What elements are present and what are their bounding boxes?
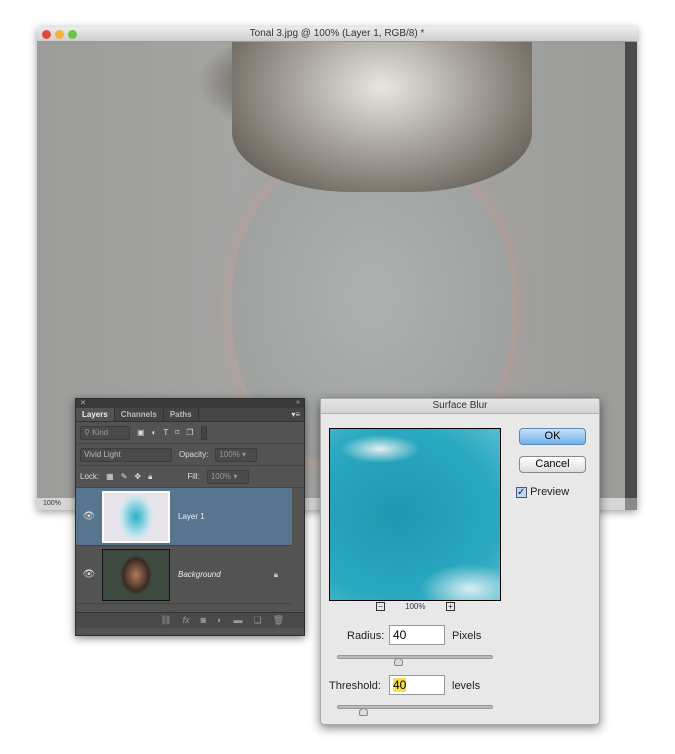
radius-slider-thumb[interactable] (394, 658, 404, 666)
preview-label: Preview (530, 486, 570, 498)
radius-unit: Pixels (452, 630, 482, 642)
layer-name: Background (178, 570, 221, 579)
adjustment-layer-icon[interactable]: ◐ (217, 615, 222, 626)
layers-panel: ✕ « Layers Channels Paths ▾≡ ⚲ Kind ▣ ◐ T… (75, 398, 305, 636)
visibility-eye-icon[interactable]: 👁︎ (76, 569, 102, 580)
filter-kind-select[interactable]: ⚲ Kind (80, 425, 130, 440)
lock-icon: 🔒︎ (273, 569, 278, 579)
fill-label: Fill: (187, 472, 200, 481)
dialog-title: Surface Blur (321, 399, 599, 414)
delete-icon[interactable]: 🗑︎ (273, 615, 284, 626)
type-filter-icon[interactable]: T (163, 428, 168, 437)
radius-label: Radius: (347, 630, 385, 642)
preview-checkbox[interactable]: ✓ Preview (516, 486, 569, 498)
threshold-unit: levels (452, 680, 481, 692)
new-group-icon[interactable]: ▬ (233, 615, 242, 626)
lock-paint-icon[interactable]: ✎ (121, 472, 128, 481)
radius-input[interactable]: 40 (389, 625, 445, 645)
image-filter-icon[interactable]: ▣ (137, 428, 145, 437)
tab-paths[interactable]: Paths (164, 408, 199, 421)
fill-field[interactable]: 100% ▾ (206, 469, 249, 484)
threshold-slider-thumb[interactable] (358, 708, 368, 716)
opacity-field[interactable]: 100% ▾ (215, 447, 258, 462)
threshold-label: Threshold: (329, 680, 381, 692)
search-icon: ⚲ (84, 427, 90, 437)
shape-filter-icon[interactable]: ⌑ (175, 428, 179, 437)
layer-row-layer-1[interactable]: 👁︎ Layer 1 (76, 488, 292, 546)
adjustment-filter-icon[interactable]: ◐ (152, 428, 157, 437)
radius-slider[interactable] (337, 655, 493, 666)
checkbox-check-icon[interactable]: ✓ (516, 487, 527, 498)
layer-thumbnail (102, 490, 170, 543)
window-title: Tonal 3.jpg @ 100% (Layer 1, RGB/8) * (249, 28, 425, 39)
filter-toggle[interactable] (200, 425, 207, 440)
threshold-input[interactable]: 40 (389, 675, 445, 695)
blend-mode-value: Vivid Light (84, 449, 121, 459)
layer-name: Layer 1 (178, 512, 205, 521)
preview-zoom: 100% (405, 602, 426, 611)
lock-all-icon[interactable]: 🔒︎ (148, 472, 152, 482)
fill-value: 100% (210, 471, 232, 481)
zoom-out-button[interactable]: − (376, 602, 385, 611)
lock-position-icon[interactable]: ✥ (134, 472, 141, 481)
new-layer-icon[interactable]: ❏ (253, 615, 261, 626)
visibility-eye-icon[interactable]: 👁︎ (76, 511, 102, 522)
panel-menu-icon[interactable]: ▾≡ (199, 408, 304, 421)
filter-kind-label: Kind (92, 427, 109, 437)
fx-icon[interactable]: fx (183, 615, 190, 626)
title-bar[interactable]: Tonal 3.jpg @ 100% (Layer 1, RGB/8) * (37, 27, 637, 42)
layer-row-background[interactable]: 👁︎ Background 🔒︎ (76, 546, 292, 604)
preview-image[interactable] (329, 428, 501, 601)
tab-layers[interactable]: Layers (76, 408, 115, 421)
threshold-value: 40 (393, 678, 407, 692)
link-layers-icon[interactable]: ⛓ (160, 615, 171, 626)
smart-object-filter-icon[interactable]: ❐ (186, 428, 193, 437)
layer-thumbnail (102, 548, 170, 601)
add-mask-icon[interactable]: ◙ (201, 615, 206, 626)
tab-channels[interactable]: Channels (115, 408, 164, 421)
cancel-button[interactable]: Cancel (519, 456, 586, 473)
opacity-label: Opacity: (179, 450, 209, 459)
close-icon[interactable]: ✕ (80, 399, 86, 408)
collapse-icon[interactable]: « (296, 399, 300, 408)
threshold-slider[interactable] (337, 705, 493, 716)
opacity-value: 100% (219, 449, 240, 459)
surface-blur-dialog: Surface Blur − 100% + OK Cancel ✓ Previe… (320, 398, 600, 725)
portrait-hair (232, 42, 532, 192)
scrollbar[interactable] (625, 42, 637, 498)
zoom-in-button[interactable]: + (446, 602, 455, 611)
lock-transparency-icon[interactable]: ▦ (106, 472, 114, 481)
zoom-level[interactable]: 100% (43, 500, 61, 507)
blend-mode-select[interactable]: Vivid Light (80, 447, 172, 462)
lock-label: Lock: (80, 472, 100, 481)
ok-button[interactable]: OK (519, 428, 586, 445)
